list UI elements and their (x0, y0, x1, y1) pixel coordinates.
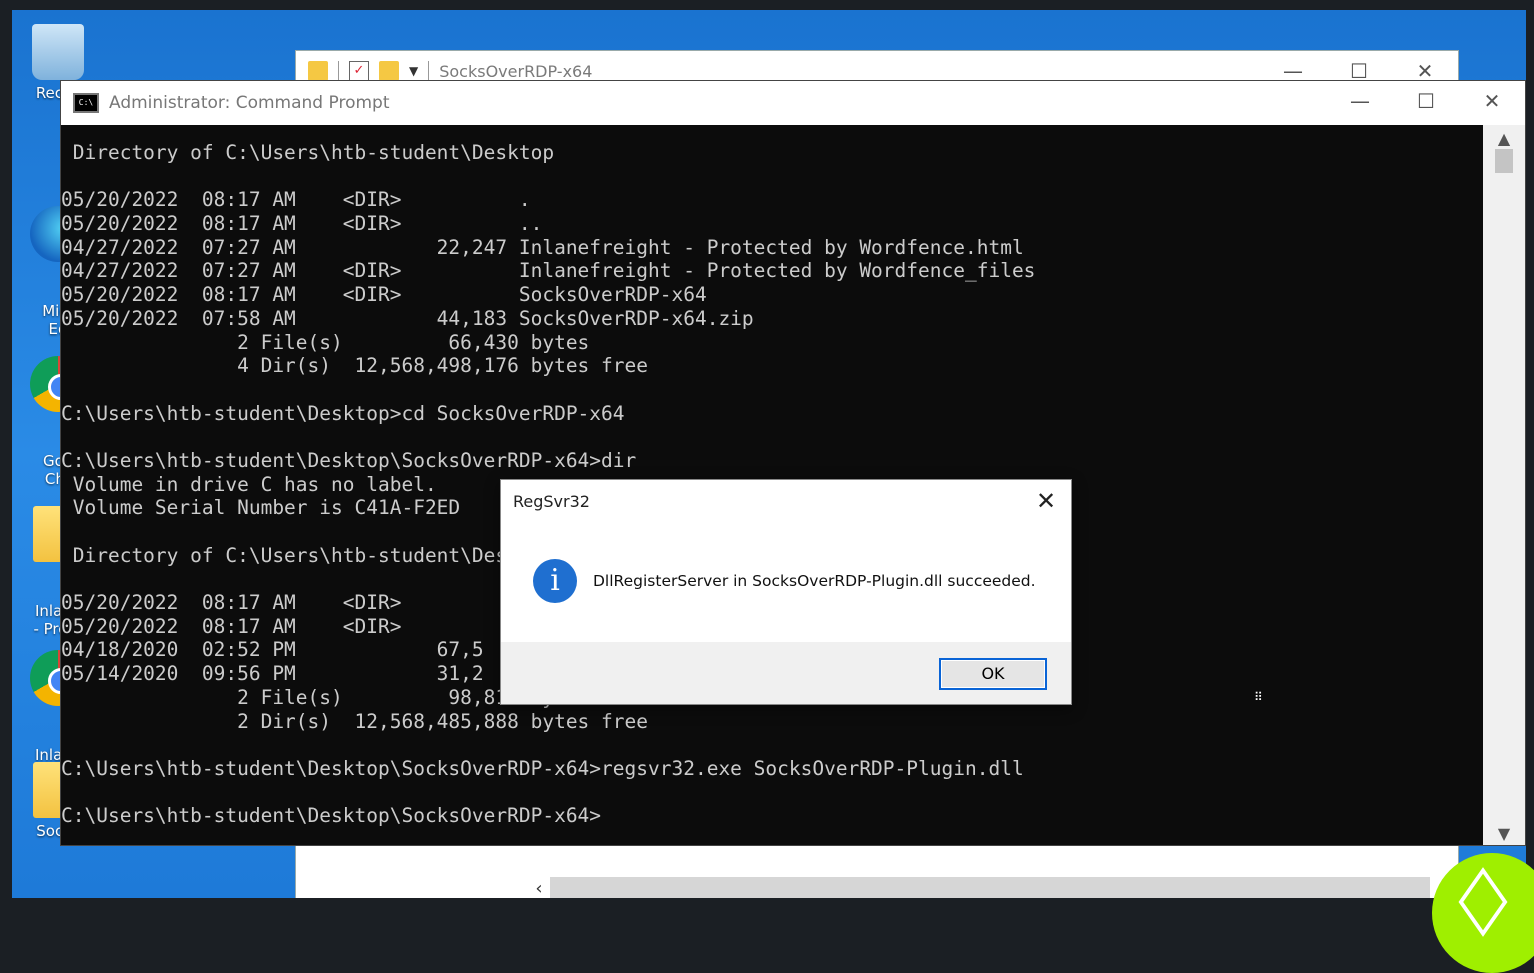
close-button[interactable]: ✕ (1031, 486, 1061, 516)
divider (338, 61, 339, 81)
cmd-titlebar[interactable]: C:\ Administrator: Command Prompt (61, 81, 1525, 125)
ok-button[interactable]: OK (939, 658, 1047, 690)
divider (428, 61, 430, 81)
cmd-title: Administrator: Command Prompt (109, 93, 390, 113)
vertical-scrollbar[interactable]: ▲ ▼ (1483, 125, 1525, 845)
console-line: 05/20/2022 08:17 AM <DIR> . (61, 188, 531, 212)
console-line: C:\Users\htb-student\Desktop\SocksOverRD… (61, 756, 1024, 780)
console-line: 05/20/2022 08:17 AM <DIR> SocksOverRDP-x… (61, 283, 707, 307)
console-line: 04/27/2022 07:27 AM 22,247 Inlanefreight… (61, 235, 1024, 259)
new-folder-icon[interactable] (379, 61, 399, 81)
cmd-window-controls: — ☐ ✕ (1327, 81, 1525, 121)
dialog-message: DllRegisterServer in SocksOverRDP-Plugin… (593, 572, 1036, 590)
explorer-title: SocksOverRDP-x64 (439, 61, 593, 81)
console-line: C:\Users\htb-student\Desktop\SocksOverRD… (61, 804, 602, 828)
dialog-footer: OK (501, 642, 1071, 704)
scroll-left-icon[interactable]: ‹ (528, 878, 550, 899)
busy-cursor-icon: ⠿ (1254, 690, 1263, 704)
console-line: 4 Dir(s) 12,568,498,176 bytes free (61, 354, 648, 378)
console-line: 2 Dir(s) 12,568,485,888 bytes free (61, 709, 648, 733)
info-icon: i (533, 559, 577, 603)
close-button[interactable]: ✕ (1459, 81, 1525, 121)
console-line: 05/20/2022 07:58 AM 44,183 SocksOverRDP-… (61, 306, 754, 330)
dialog-title: RegSvr32 (513, 491, 590, 511)
command-prompt-window: C:\ Administrator: Command Prompt — ☐ ✕ … (60, 80, 1526, 846)
console-line: 2 File(s) 66,430 bytes (61, 330, 590, 354)
scroll-up-icon[interactable]: ▲ (1483, 129, 1525, 148)
recycle-bin-icon (32, 24, 84, 80)
minimize-button[interactable]: — (1327, 81, 1393, 121)
regsvr32-dialog: RegSvr32 ✕ i DllRegisterServer in SocksO… (500, 479, 1072, 705)
console-line: 05/20/2022 08:17 AM <DIR> .. (61, 212, 543, 236)
console-line: C:\Users\htb-student\Desktop\SocksOverRD… (61, 448, 637, 472)
scrollbar-thumb[interactable] (1495, 149, 1513, 173)
maximize-button[interactable]: ☐ (1393, 81, 1459, 121)
folder-icon (308, 61, 328, 81)
dialog-body: i DllRegisterServer in SocksOverRDP-Plug… (501, 522, 1071, 640)
console-line: C:\Users\htb-student\Desktop>cd SocksOve… (61, 401, 625, 425)
properties-icon[interactable]: ✓ (349, 61, 369, 81)
console-line: Directory of C:\Users\htb-student\Deskto… (61, 141, 555, 164)
scroll-down-icon[interactable]: ▼ (1483, 824, 1525, 843)
scrollbar-track[interactable] (550, 877, 1430, 898)
console-line: 04/27/2022 07:27 AM <DIR> Inlanefreight … (61, 259, 1036, 283)
console-icon: C:\ (73, 93, 99, 113)
dropdown-arrow-icon[interactable]: ▼ (409, 64, 418, 78)
horizontal-scrollbar[interactable]: ‹ (528, 877, 1430, 898)
htb-logo-icon (1432, 853, 1534, 973)
